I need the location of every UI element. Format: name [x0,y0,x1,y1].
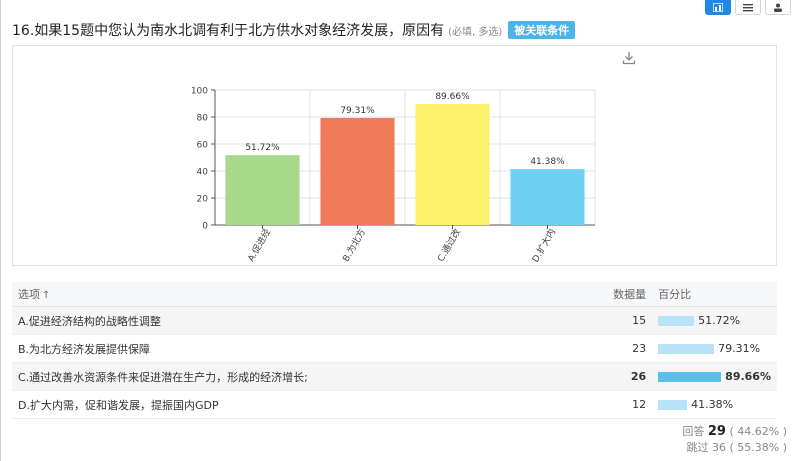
count-cell: 12 [600,390,653,419]
bar-value-label: 89.66% [435,92,470,102]
window-left-border [0,0,1,461]
count-cell: 23 [600,334,653,363]
view-toggle-group [705,0,791,15]
option-column-header[interactable]: 选项 ↑ [12,282,601,307]
y-tick-label: 40 [197,168,209,178]
question-header: 16.如果15题中您认为南水北调有利于北方供水对象经济发展，原因有 (必填, 多… [12,20,576,40]
percent-bar [658,315,695,326]
table-header-row: 选项 ↑ 数据量 百分比 [12,282,777,307]
x-category-label: A.促进经 [245,227,273,264]
sort-up-icon[interactable]: ↑ [42,290,50,301]
y-tick-label: 0 [202,222,208,232]
percent-text: 51.72% [698,314,741,327]
percent-text: 89.66% [725,370,771,383]
y-tick-label: 100 [191,87,208,97]
user-view-button[interactable] [765,0,791,15]
bar-value-label: 41.38% [530,157,565,167]
chart-view-button[interactable] [705,0,731,15]
question-hint: (必填, 多选) [448,26,503,38]
option-cell: B.为北方经济发展提供保障 [12,334,601,363]
related-condition-badge[interactable]: 被关联条件 [508,21,576,39]
results-table: 选项 ↑ 数据量 百分比 A.促进经济结构的战略性调整 15 51.72% B.为北方经… [12,282,777,419]
answered-summary: 回答 29 ( 44.62% ) [682,424,787,439]
y-tick-label: 80 [197,114,209,124]
bar [415,103,490,225]
x-category-label: C.通过改 [435,227,463,264]
option-cell: A.促进经济结构的战略性调整 [12,306,601,335]
table-row: D.扩大内需，促和谐发展，提振国内GDP 12 41.38% [12,390,777,419]
percent-bar [658,343,715,354]
option-cell: D.扩大内需，促和谐发展，提振国内GDP [12,390,601,419]
bar [320,117,395,225]
percent-cell: 51.72% [652,306,777,335]
question-title: 16.如果15题中您认为南水北调有利于北方供水对象经济发展，原因有 [12,23,445,39]
percent-bar [658,371,722,382]
bar-value-label: 79.31% [340,106,375,116]
bar [510,169,585,225]
percent-cell: 89.66% [652,362,777,391]
percent-text: 79.31% [718,342,761,355]
count-cell: 15 [600,306,653,335]
table-row: C.通过改善水资源条件来促进潜在生产力，形成的经济增长; 26 89.66% [12,362,777,391]
count-column-header: 数据量 [600,282,653,307]
user-icon [774,3,782,12]
percent-cell: 41.38% [652,390,777,419]
x-category-label: B.为北方 [340,227,368,264]
list-view-button[interactable] [735,0,761,15]
option-cell: C.通过改善水资源条件来促进潜在生产力，形成的经济增长; [12,362,601,391]
skipped-summary: 跳过 36 ( 55.38% ) [686,441,787,454]
percent-text: 41.38% [691,398,734,411]
x-category-label: D.扩大内 [529,227,558,265]
response-summary: 回答 29 ( 44.62% ) 跳过 36 ( 55.38% ) [682,424,787,456]
download-icon[interactable] [622,51,636,65]
percent-bar [658,399,688,410]
bar-chart-icon [713,2,723,12]
percent-column-header: 百分比 [652,282,777,307]
bar-chart: 0 20 40 60 80 100 51.72% A.促进经 79.31% B.为北方 89.66%… [191,87,596,265]
chart-panel: 0 20 40 60 80 100 51.72% A.促进经 79.31% B.为北方 89.66%… [12,45,777,266]
bar-value-label: 51.72% [245,143,280,153]
y-tick-label: 60 [197,141,209,151]
count-cell: 26 [600,362,653,391]
table-row: A.促进经济结构的战略性调整 15 51.72% [12,306,777,335]
y-tick-label: 20 [197,195,209,205]
list-icon [743,3,753,11]
percent-cell: 79.31% [652,334,777,363]
bar [225,155,300,225]
table-row: B.为北方经济发展提供保障 23 79.31% [12,334,777,363]
